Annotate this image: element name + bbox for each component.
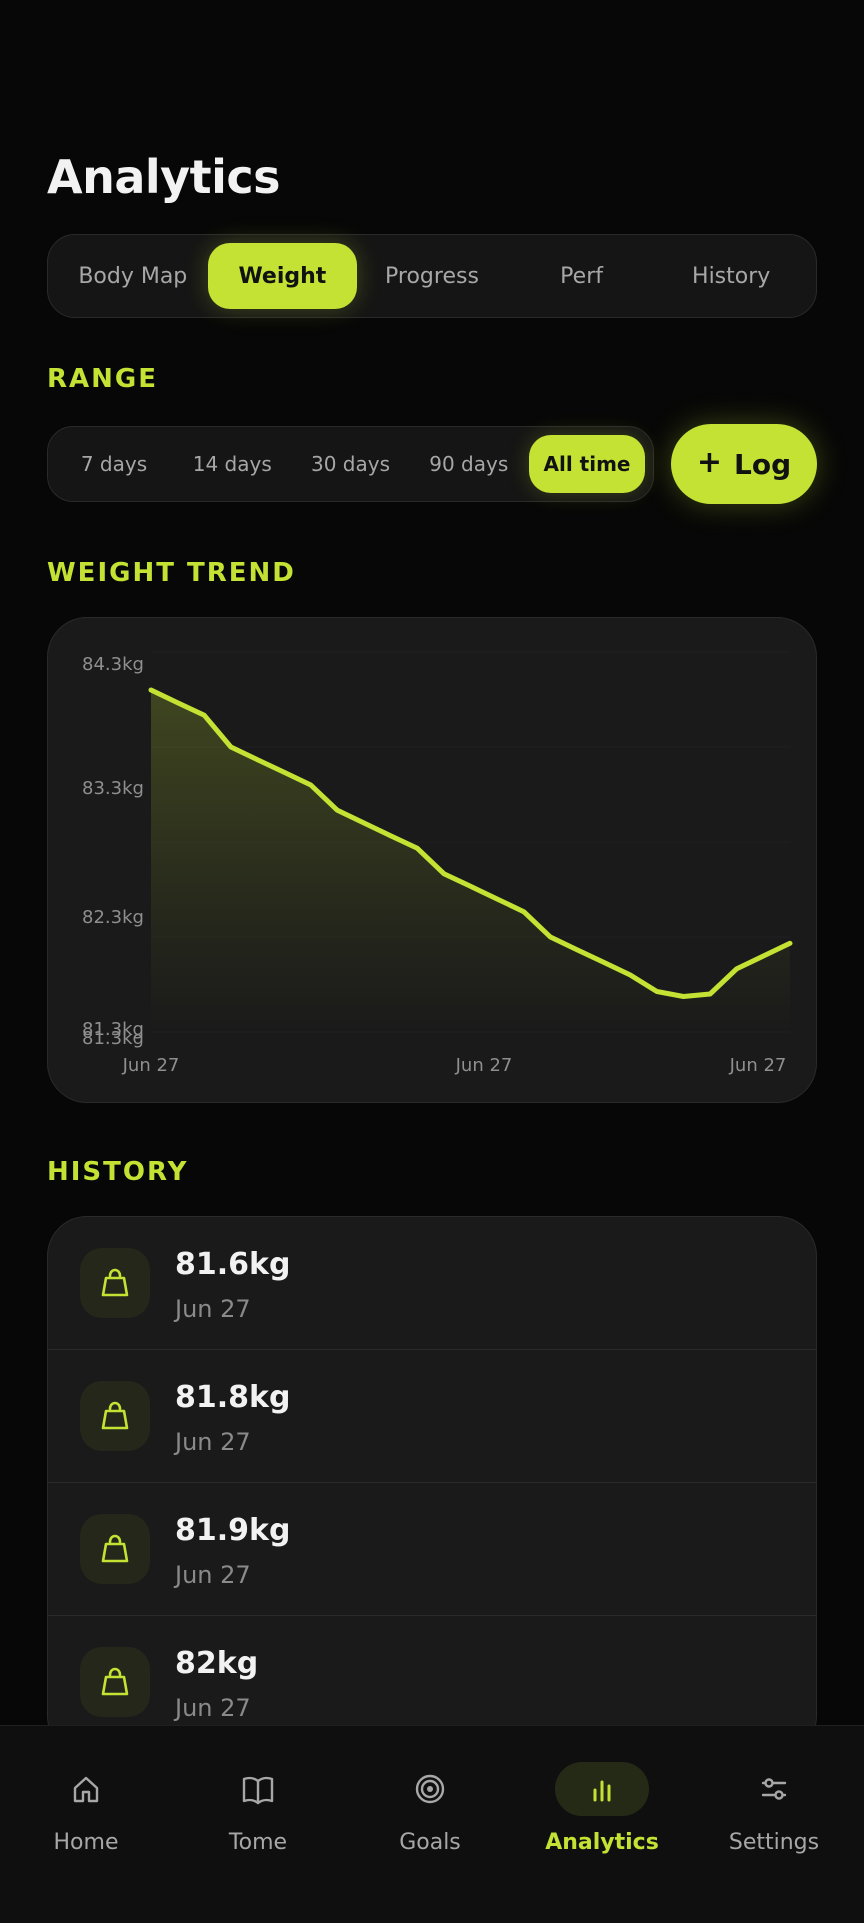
tab-progress[interactable]: Progress: [357, 243, 507, 309]
weight-icon: [80, 1248, 150, 1318]
nav-settings[interactable]: Settings: [688, 1762, 860, 1882]
history-item-weight: 82kg: [175, 1646, 259, 1681]
history-item[interactable]: 81.8kg Jun 27: [48, 1350, 816, 1483]
range-14-days[interactable]: 14 days: [174, 435, 290, 493]
nav-tome-label: Tome: [228, 1830, 288, 1855]
weight-trend-section-label: WEIGHT TREND: [47, 558, 296, 588]
range-30-days[interactable]: 30 days: [293, 435, 409, 493]
weight-icon: [80, 1381, 150, 1451]
nav-home-label: Home: [53, 1830, 119, 1855]
history-item-date: Jun 27: [175, 1694, 251, 1722]
nav-analytics[interactable]: Analytics: [516, 1762, 688, 1882]
x-tick-label: Jun 27: [122, 1055, 180, 1076]
history-item[interactable]: 81.9kg Jun 27: [48, 1483, 816, 1616]
home-icon: [39, 1762, 133, 1816]
bottom-navigation: Home Tome Goals Analytics Settings: [0, 1725, 864, 1923]
nav-home[interactable]: Home: [0, 1762, 172, 1882]
weight-icon: [80, 1647, 150, 1717]
chart-x-labels: Jun 27 Jun 27 Jun 27: [122, 1055, 787, 1076]
y-tick-label: 82.3kg: [82, 907, 144, 928]
nav-goals-label: Goals: [399, 1830, 461, 1855]
x-tick-label: Jun 27: [455, 1055, 513, 1076]
range-all-time[interactable]: All time: [529, 435, 645, 493]
tab-body-map[interactable]: Body Map: [58, 243, 208, 309]
range-7-days[interactable]: 7 days: [56, 435, 172, 493]
range-selector: 7 days 14 days 30 days 90 days All time: [47, 426, 654, 502]
tab-perf[interactable]: Perf: [507, 243, 657, 309]
y-tick-label: 84.3kg: [82, 654, 144, 675]
nav-analytics-label: Analytics: [545, 1830, 659, 1855]
history-item-weight: 81.6kg: [175, 1247, 291, 1282]
history-item-date: Jun 27: [175, 1428, 251, 1456]
weight-trend-chart-card: 84.3kg 83.3kg 82.3kg 81.3kg 81.3kg Jun 27 Jun…: [47, 617, 817, 1103]
tab-history[interactable]: History: [656, 243, 806, 309]
analytics-icon: [555, 1762, 649, 1816]
y-tick-label: 83.3kg: [82, 778, 144, 799]
range-section-label: RANGE: [47, 364, 159, 394]
analytics-tabs: Body Map Weight Progress Perf History: [47, 234, 817, 318]
y-tick-label: 81.3kg: [82, 1028, 144, 1049]
nav-settings-label: Settings: [728, 1830, 820, 1855]
tab-weight[interactable]: Weight: [207, 243, 358, 309]
nav-goals[interactable]: Goals: [344, 1762, 516, 1882]
history-section-label: HISTORY: [47, 1157, 189, 1187]
history-item-date: Jun 27: [175, 1295, 251, 1323]
log-button-label: Log: [734, 447, 792, 481]
plus-icon: +: [696, 445, 722, 480]
x-tick-label: Jun 27: [729, 1055, 787, 1076]
range-90-days[interactable]: 90 days: [411, 435, 527, 493]
chart-y-labels: 84.3kg83.3kg82.3kg81.3kg81.3kg: [82, 654, 144, 1049]
nav-tome[interactable]: Tome: [172, 1762, 344, 1882]
weight-icon: [80, 1514, 150, 1584]
settings-icon: [727, 1762, 821, 1816]
weight-trend-chart: 84.3kg83.3kg82.3kg81.3kg81.3kg Jun 27 Jun…: [82, 651, 793, 1076]
history-item-date: Jun 27: [175, 1561, 251, 1589]
target-icon: [383, 1762, 477, 1816]
book-icon: [211, 1762, 305, 1816]
history-item-weight: 81.8kg: [175, 1380, 291, 1415]
history-item-weight: 81.9kg: [175, 1513, 291, 1548]
history-list: 81.6kg Jun 27 81.8kg Jun 27 81.9kg Jun 2…: [47, 1216, 817, 1756]
log-button[interactable]: + Log: [671, 424, 817, 504]
weight-area: [151, 690, 790, 1032]
page-title: Analytics: [47, 150, 281, 204]
history-item[interactable]: 81.6kg Jun 27: [48, 1217, 816, 1350]
